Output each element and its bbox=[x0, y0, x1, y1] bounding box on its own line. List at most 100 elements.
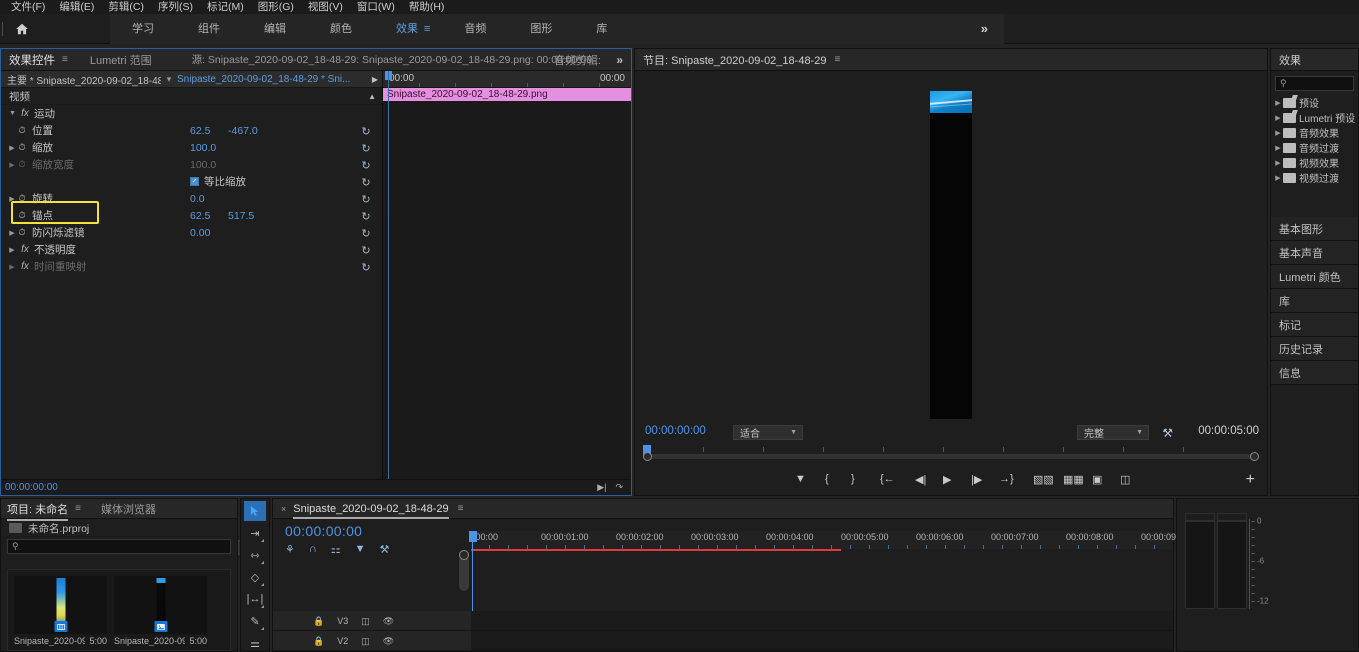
effects-search-input[interactable]: ⚲ bbox=[1275, 76, 1354, 91]
linked-selection-icon[interactable]: ⚏ bbox=[331, 543, 341, 556]
scrub-handle-right[interactable] bbox=[1250, 452, 1259, 461]
property-row-anchor-point[interactable]: ⏱ 锚点 62.5 517.5 bbox=[1, 207, 382, 224]
time-remapping-row[interactable]: ▶ fx 时间重映射 bbox=[1, 258, 382, 275]
menu-item-clip[interactable]: 剪辑(C) bbox=[101, 0, 151, 14]
chevron-right-icon[interactable]: ▶ bbox=[1, 229, 15, 237]
effects-folder-video-effects[interactable]: ▶ 视频效果 bbox=[1273, 155, 1358, 170]
playback-resolution-select[interactable]: 完整 ▼ bbox=[1077, 425, 1149, 440]
panel-markers[interactable]: 标记 bbox=[1271, 313, 1358, 337]
tab-media-browser[interactable]: 媒体浏览器 bbox=[101, 501, 156, 517]
menu-item-edit[interactable]: 编辑(E) bbox=[52, 0, 101, 14]
stopwatch-icon[interactable]: ⏱ bbox=[15, 142, 29, 153]
property-row-rotation[interactable]: ▶ ⏱ 旋转 0.0 bbox=[1, 190, 382, 207]
project-file-row[interactable]: 未命名.prproj bbox=[1, 519, 237, 537]
program-monitor-menu-icon[interactable]: ≡ bbox=[834, 54, 840, 65]
timeline-playhead[interactable] bbox=[469, 531, 477, 542]
stopwatch-icon[interactable]: ⏱ bbox=[15, 210, 29, 221]
track-lane[interactable] bbox=[471, 631, 1173, 650]
motion-effect-row[interactable]: ▼ fx 运动 bbox=[1, 105, 382, 122]
chevron-right-icon[interactable]: ▶ bbox=[1273, 114, 1283, 122]
property-row-scale-width[interactable]: ▶ ⏱ 缩放宽度 100.0 bbox=[1, 156, 382, 173]
go-to-in-button[interactable]: {← bbox=[880, 472, 895, 486]
tab-project[interactable]: 项目: 未命名 bbox=[7, 501, 69, 521]
master-clip-label[interactable]: 主要 * Snipaste_2020-09-02_18-48-29... bbox=[1, 72, 161, 87]
close-icon[interactable]: × bbox=[281, 504, 286, 514]
menu-item-graphics[interactable]: 图形(G) bbox=[251, 0, 301, 14]
workspace-tab-assembly[interactable]: 组件 bbox=[198, 14, 220, 44]
effect-controls-overflow-button[interactable]: » bbox=[616, 53, 623, 67]
reset-button-position[interactable]: ↻ bbox=[358, 142, 374, 155]
snap-icon[interactable]: ∩ bbox=[309, 543, 317, 556]
button-editor-button[interactable]: + bbox=[1246, 471, 1255, 489]
workspace-menu-icon[interactable]: ≡ bbox=[424, 23, 430, 35]
timeline-track-v3[interactable]: 🔒 V3 ◫ 👁 bbox=[273, 611, 1173, 631]
go-to-out-button[interactable]: →} bbox=[999, 472, 1014, 486]
project-menu-icon[interactable]: ≡ bbox=[75, 503, 81, 514]
timeline-menu-icon[interactable]: ≡ bbox=[458, 503, 464, 514]
play-stop-button[interactable]: ▶ bbox=[943, 472, 951, 486]
timeline-settings-icon[interactable]: ⚒ bbox=[380, 543, 390, 556]
chevron-right-icon[interactable]: ▶ bbox=[1, 263, 15, 271]
reset-button-scale[interactable]: ↻ bbox=[358, 159, 374, 172]
effect-controls-ruler[interactable]: 00:00 00:00 bbox=[383, 71, 631, 88]
track-lane[interactable] bbox=[471, 611, 1173, 630]
menu-item-window[interactable]: 窗口(W) bbox=[350, 0, 402, 14]
loop-icon[interactable]: ↷ bbox=[615, 482, 623, 493]
lock-icon[interactable]: 🔒 bbox=[313, 636, 324, 647]
menu-item-file[interactable]: 文件(F) bbox=[4, 0, 52, 14]
property-value[interactable]: 100.0 bbox=[190, 142, 216, 154]
reset-button-uniform[interactable]: ↻ bbox=[358, 193, 374, 206]
uniform-scale-checkbox[interactable]: ✓ bbox=[190, 177, 199, 186]
pen-tool[interactable]: ✎ bbox=[244, 611, 266, 631]
tab-audio-clip-mixer[interactable]: 音频剪辑: bbox=[554, 52, 601, 68]
scrub-handle-left[interactable] bbox=[643, 452, 652, 461]
audio-meter-box[interactable]: 0 -6 -12 bbox=[1185, 507, 1269, 617]
timeline-vertical-scrollbar[interactable] bbox=[459, 550, 469, 591]
collapse-up-icon[interactable]: ▲ bbox=[368, 92, 382, 101]
sync-lock-icon[interactable]: ◫ bbox=[361, 616, 370, 627]
chevron-down-icon[interactable]: ▾ bbox=[161, 74, 177, 85]
lift-button[interactable]: ▧▧ bbox=[1033, 472, 1054, 486]
tab-lumetri-scopes[interactable]: Lumetri 范围 bbox=[90, 52, 152, 68]
extract-button[interactable]: ▦▦ bbox=[1063, 472, 1084, 486]
eye-icon[interactable]: 👁 bbox=[383, 616, 394, 627]
chevron-right-icon[interactable]: ▶ bbox=[1, 161, 15, 169]
sequence-clip-label[interactable]: Snipaste_2020-09-02_18-48-29 * Sni... bbox=[177, 74, 368, 85]
effect-controls-menu-icon[interactable]: ≡ bbox=[62, 54, 68, 65]
chevron-down-icon[interactable]: ▼ bbox=[1, 110, 16, 117]
play-only-audio-icon[interactable]: ▶| bbox=[597, 482, 606, 493]
property-value[interactable]: 0.00 bbox=[190, 227, 210, 239]
chevron-right-icon[interactable]: ▶ bbox=[1273, 174, 1283, 182]
razor-tool[interactable]: ◇ bbox=[244, 567, 266, 587]
effect-controls-clip-bar[interactable]: Snipaste_2020-09-02_18-48-29.png bbox=[383, 88, 631, 101]
workspace-tab-color[interactable]: 颜色 bbox=[330, 14, 352, 44]
reset-button-scale-width[interactable]: ↻ bbox=[358, 176, 374, 189]
chevron-right-icon[interactable]: ▶ bbox=[1273, 159, 1283, 167]
panel-essential-sound[interactable]: 基本声音 bbox=[1271, 241, 1358, 265]
reset-button-rotation[interactable]: ↻ bbox=[358, 210, 374, 223]
hand-tool[interactable]: ⚌ bbox=[244, 633, 266, 652]
eye-icon[interactable]: 👁 bbox=[383, 636, 394, 647]
panel-info[interactable]: 信息 bbox=[1271, 361, 1358, 385]
workspace-tab-audio[interactable]: 音频 bbox=[464, 14, 486, 44]
property-value-y[interactable]: 517.5 bbox=[228, 210, 254, 222]
project-item[interactable]: Snipaste_2020-09... 5:00 bbox=[14, 576, 107, 646]
step-back-button[interactable]: ◀| bbox=[915, 472, 926, 486]
menu-item-view[interactable]: 视图(V) bbox=[301, 0, 350, 14]
stopwatch-icon[interactable]: ⏱ bbox=[15, 227, 29, 238]
panel-history[interactable]: 历史记录 bbox=[1271, 337, 1358, 361]
track-select-tool[interactable]: ⇥ bbox=[244, 523, 266, 543]
nest-icon[interactable]: ⚘ bbox=[285, 543, 295, 556]
add-marker-icon[interactable]: ▼ bbox=[355, 543, 366, 556]
chevron-right-icon[interactable]: ▶ bbox=[368, 75, 382, 84]
effects-folder-lumetri-presets[interactable]: ▶ Lumetri 预设 bbox=[1273, 110, 1358, 125]
effects-folder-audio-effects[interactable]: ▶ 音频效果 bbox=[1273, 125, 1358, 140]
tab-source-monitor[interactable]: 源: Snipaste_2020-09-02_18-48-29: Snipast… bbox=[192, 52, 592, 67]
tab-effects[interactable]: 效果 bbox=[1271, 49, 1358, 71]
tab-timeline-sequence[interactable]: Snipaste_2020-09-02_18-48-29 bbox=[293, 503, 449, 519]
property-row-anti-flicker[interactable]: ▶ ⏱ 防闪烁滤镜 0.00 bbox=[1, 224, 382, 241]
workspace-tab-learning[interactable]: 学习 bbox=[132, 14, 154, 44]
timeline-track-v2[interactable]: 🔒 V2 ◫ 👁 bbox=[273, 631, 1173, 651]
timeline-work-area-bar[interactable] bbox=[471, 549, 841, 551]
project-item[interactable]: Snipaste_2020-09-... 5:00 bbox=[114, 576, 207, 646]
